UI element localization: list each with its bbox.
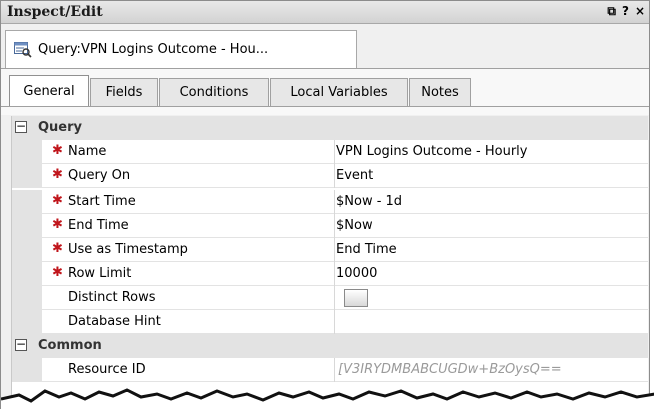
required-icon: ✱ <box>52 143 63 158</box>
panel-title: Inspect/Edit <box>7 4 103 20</box>
property-value[interactable]: Event <box>336 168 373 183</box>
required-icon: ✱ <box>52 265 63 280</box>
column-divider <box>334 262 335 286</box>
section-label: Query <box>38 120 83 135</box>
row-gutter <box>12 262 42 286</box>
row-gutter <box>12 214 42 238</box>
tab-notes[interactable]: Notes <box>409 78 471 106</box>
row-gutter <box>12 238 42 262</box>
tab-general[interactable]: General <box>9 75 89 107</box>
document-tab-label: Query:VPN Logins Outcome - Hou... <box>38 42 269 57</box>
tab-fields[interactable]: Fields <box>90 78 158 106</box>
distinct-rows-checkbox[interactable] <box>344 289 368 307</box>
property-name: Resource ID <box>68 362 146 377</box>
column-divider <box>334 310 335 334</box>
property-row-end-time[interactable]: ✱ End Time $Now <box>12 214 648 238</box>
property-row-distinct-rows[interactable]: Distinct Rows <box>12 286 648 310</box>
query-icon <box>14 41 32 58</box>
column-divider <box>334 286 335 310</box>
column-divider <box>334 140 335 164</box>
section-label: Common <box>38 338 102 353</box>
property-row-start-time[interactable]: ✱ Start Time $Now - 1d <box>12 190 648 214</box>
column-divider <box>334 358 335 382</box>
property-name: Database Hint <box>68 314 161 329</box>
property-row-database-hint[interactable]: Database Hint <box>12 310 648 334</box>
required-icon: ✱ <box>52 217 63 232</box>
torn-edge <box>1 388 654 410</box>
row-gutter <box>12 140 42 164</box>
row-gutter <box>12 358 42 382</box>
document-tab-bar: Query:VPN Logins Outcome - Hou... <box>1 24 649 69</box>
property-name: Start Time <box>68 194 136 209</box>
property-name: Use as Timestamp <box>68 242 188 257</box>
property-row-use-as-timestamp[interactable]: ✱ Use as Timestamp End Time <box>12 238 648 262</box>
titlebar-buttons: ⧉ ? × <box>607 3 645 19</box>
property-name: Distinct Rows <box>68 290 156 305</box>
property-name: Name <box>68 144 107 159</box>
property-tabs: General Fields Conditions Local Variable… <box>1 69 649 115</box>
property-name: End Time <box>68 218 129 233</box>
required-icon: ✱ <box>52 193 63 208</box>
collapse-icon[interactable]: − <box>15 120 27 133</box>
collapse-icon[interactable]: − <box>15 338 27 351</box>
property-name: Query On <box>68 168 131 183</box>
inspect-edit-panel: Inspect/Edit ⧉ ? × Query:VPN Logins Outc… <box>0 0 654 410</box>
panel-titlebar: Inspect/Edit ⧉ ? × <box>1 1 649 24</box>
row-gutter <box>12 164 42 188</box>
property-row-row-limit[interactable]: ✱ Row Limit 10000 <box>12 262 648 286</box>
undock-icon[interactable]: ⧉ <box>607 3 616 19</box>
required-icon: ✱ <box>52 167 63 182</box>
column-divider <box>334 190 335 214</box>
required-icon: ✱ <box>52 241 63 256</box>
help-icon[interactable]: ? <box>622 3 629 19</box>
property-row-resource-id[interactable]: Resource ID [V3IRYDMBABCUGDw+BzOysQ== <box>12 358 648 382</box>
property-name: Row Limit <box>68 266 132 281</box>
column-divider <box>334 164 335 188</box>
tab-divider <box>1 106 649 107</box>
close-icon[interactable]: × <box>635 3 645 19</box>
section-query[interactable]: − Query <box>12 116 648 140</box>
column-divider <box>334 238 335 262</box>
row-gutter <box>12 310 42 334</box>
row-gutter <box>12 286 42 310</box>
property-row-name[interactable]: ✱ Name VPN Logins Outcome - Hourly <box>12 140 648 164</box>
property-value[interactable]: $Now - 1d <box>336 194 402 209</box>
document-tab-query[interactable]: Query:VPN Logins Outcome - Hou... <box>5 30 357 68</box>
property-value[interactable]: [V3IRYDMBABCUGDw+BzOysQ== <box>338 362 562 377</box>
property-value[interactable]: 10000 <box>336 266 377 281</box>
property-grid: − Query ✱ Name VPN Logins Outcome - Hour… <box>11 116 648 410</box>
section-common[interactable]: − Common <box>12 334 648 358</box>
column-divider <box>334 214 335 238</box>
row-gutter <box>12 190 42 214</box>
tab-local-variables[interactable]: Local Variables <box>270 78 408 106</box>
property-value[interactable]: VPN Logins Outcome - Hourly <box>336 144 527 159</box>
property-value[interactable]: $Now <box>336 218 373 233</box>
property-value[interactable]: End Time <box>336 242 397 257</box>
tab-conditions[interactable]: Conditions <box>159 78 269 106</box>
property-row-query-on[interactable]: ✱ Query On Event <box>12 164 648 188</box>
